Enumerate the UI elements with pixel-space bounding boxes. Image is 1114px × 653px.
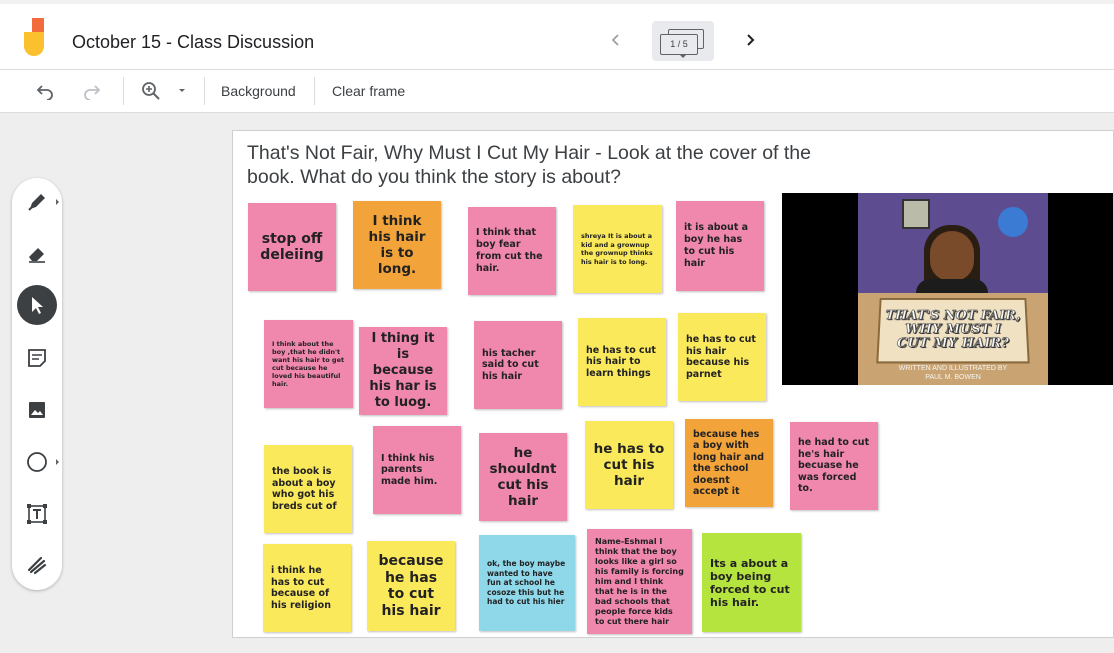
sticky-note[interactable]: he has to cut his hair to learn things xyxy=(578,318,666,406)
undo-icon xyxy=(36,82,54,100)
undo-button[interactable] xyxy=(32,78,58,104)
toolbar: Background Clear frame xyxy=(0,70,1114,113)
cover-credit: WRITTEN AND ILLUSTRATED BY xyxy=(858,365,1048,372)
cover-title-line: WHY MUST I xyxy=(905,323,1002,337)
document-title[interactable]: October 15 - Class Discussion xyxy=(72,32,314,53)
sticky-note[interactable]: he shouldnt cut his hair xyxy=(479,433,567,521)
cover-author: PAUL M. BOWEN xyxy=(858,374,1048,381)
zoom-in-icon xyxy=(141,81,161,101)
app-header: October 15 - Class Discussion 1 / 5 xyxy=(0,0,1114,70)
clear-frame-button[interactable]: Clear frame xyxy=(332,83,405,99)
sticky-note[interactable]: Name-Eshmal I think that the boy looks l… xyxy=(587,529,692,634)
laser-icon xyxy=(26,553,48,575)
portrait-frame xyxy=(902,199,930,229)
sticky-note[interactable]: he has to cut his hair xyxy=(585,421,673,509)
text-box-tool[interactable] xyxy=(17,494,57,534)
sticky-note[interactable]: he had to cut he's hair becuase he was f… xyxy=(790,422,878,510)
laser-tool[interactable] xyxy=(17,544,57,584)
toolbar-divider xyxy=(314,77,315,105)
pen-tool[interactable] xyxy=(17,182,57,222)
sticky-note-icon xyxy=(27,348,47,368)
chevron-right-icon xyxy=(743,33,757,47)
sticky-note[interactable]: Its a about a boy being forced to cut hi… xyxy=(702,533,801,632)
sticky-note[interactable]: i think he has to cut because of his rel… xyxy=(263,544,351,632)
sticky-note[interactable]: I think that boy fear from cut the hair. xyxy=(468,207,556,295)
select-arrow-icon xyxy=(28,295,46,315)
eraser-tool[interactable] xyxy=(17,234,57,274)
sticky-note[interactable]: ok, the boy maybe wanted to have fun at … xyxy=(479,535,575,631)
frames-icon: 1 / 5 xyxy=(660,29,700,53)
shape-tool[interactable] xyxy=(17,442,57,482)
sticky-note[interactable]: he has to cut his hair because his parne… xyxy=(678,313,766,401)
redo-button[interactable] xyxy=(79,78,105,104)
background-button[interactable]: Background xyxy=(221,83,296,99)
toolbar-divider xyxy=(123,77,124,105)
sticky-note[interactable]: I think his parents made him. xyxy=(373,426,461,514)
prompt-text[interactable]: That's Not Fair, Why Must I Cut My Hair … xyxy=(247,141,827,189)
cover-title-board: THAT'S NOT FAIR, WHY MUST I CUT MY HAIR? xyxy=(876,298,1030,363)
whiteboard-canvas[interactable]: That's Not Fair, Why Must I Cut My Hair … xyxy=(232,130,1114,638)
sticky-note[interactable]: the book is about a boy who got his bred… xyxy=(264,445,352,533)
boy-face xyxy=(930,231,974,281)
globe-icon xyxy=(998,207,1028,237)
pen-icon xyxy=(26,191,48,213)
sticky-note[interactable]: stop off deleiing xyxy=(248,203,336,291)
frame-indicator: 1 / 5 xyxy=(660,34,698,55)
sticky-note[interactable]: shreya It is about a kid and a grownup t… xyxy=(573,205,662,293)
eraser-icon xyxy=(26,243,48,265)
frame-bar-toggle[interactable]: 1 / 5 xyxy=(652,21,714,61)
sticky-note[interactable]: because hes a boy with long hair and the… xyxy=(685,419,773,507)
sticky-note-tool[interactable] xyxy=(17,338,57,378)
tool-palette xyxy=(12,178,62,590)
previous-frame-button[interactable] xyxy=(604,28,628,52)
sticky-note[interactable]: I thing it is because his har is to luog… xyxy=(359,327,447,415)
sticky-note[interactable]: because he has to cut his hair xyxy=(367,541,455,631)
image-icon xyxy=(27,400,47,420)
image-tool[interactable] xyxy=(17,390,57,430)
cover-title-line: CUT MY HAIR? xyxy=(897,337,1010,351)
redo-icon xyxy=(83,82,101,100)
cover-title-line: THAT'S NOT FAIR, xyxy=(885,310,1021,324)
sticky-note[interactable]: I think his hair is to long. xyxy=(353,201,441,289)
caret-down-icon xyxy=(680,55,686,58)
book-cover-image[interactable]: THAT'S NOT FAIR, WHY MUST I CUT MY HAIR?… xyxy=(782,193,1114,385)
circle-icon xyxy=(26,451,48,473)
next-frame-button[interactable] xyxy=(738,28,762,52)
cover-illustration: THAT'S NOT FAIR, WHY MUST I CUT MY HAIR?… xyxy=(858,193,1048,385)
zoom-button[interactable] xyxy=(138,78,164,104)
sticky-note[interactable]: I think about the boy ,that he didn't wa… xyxy=(264,320,353,408)
jamboard-logo[interactable] xyxy=(24,18,50,58)
caret-down-icon xyxy=(178,88,186,94)
sticky-note[interactable]: it is about a boy he has to cut his hair xyxy=(676,201,764,291)
text-box-icon xyxy=(26,503,48,525)
chevron-left-icon xyxy=(609,33,623,47)
select-tool[interactable] xyxy=(17,285,57,325)
sticky-note[interactable]: his tacher said to cut his hair xyxy=(474,321,562,409)
zoom-dropdown[interactable] xyxy=(172,78,192,104)
toolbar-divider xyxy=(204,77,205,105)
